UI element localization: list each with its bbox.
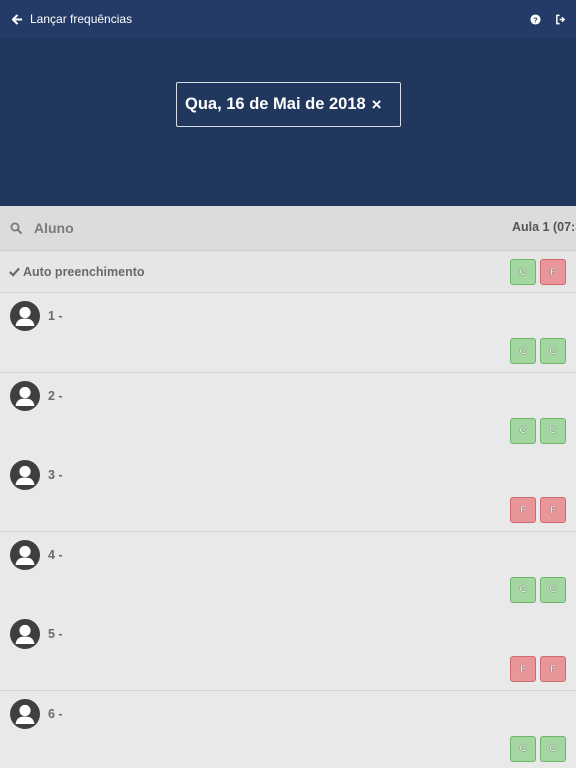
attendance-toggle-button[interactable]: C (510, 338, 536, 364)
student-name: 2 - (48, 388, 63, 403)
user-avatar-icon (10, 380, 40, 411)
help-button[interactable]: ? (529, 13, 541, 25)
auto-fill-present-button[interactable]: C (510, 259, 536, 285)
page-title: Lançar frequências (30, 12, 133, 26)
user-avatar-icon (10, 539, 40, 570)
attendance-toggle-button[interactable]: C (510, 576, 536, 603)
back-button[interactable] (0, 0, 23, 38)
date-selector[interactable]: Qua, 16 de Mai de 2018 × (176, 82, 401, 127)
user-avatar-icon (10, 698, 40, 729)
auto-fill-label: Auto preenchimento (23, 264, 145, 279)
attendance-toggle-button[interactable]: C (540, 338, 566, 364)
student-name: 5 - (48, 627, 63, 641)
user-avatar-icon (10, 460, 40, 490)
sign-out-icon (555, 14, 565, 24)
attendance-toggle-button[interactable]: C (540, 576, 566, 603)
question-circle-icon: ? (529, 13, 541, 25)
search-bar: Aula 1 (07:30) (0, 206, 576, 251)
class-column-label: Aula 1 (07:30) (512, 220, 576, 234)
clear-date-button[interactable]: × (372, 95, 382, 115)
user-avatar-icon (10, 619, 40, 649)
student-name: 1 - (48, 309, 63, 323)
student-name: 4 - (48, 547, 63, 562)
attendance-toggle-button[interactable]: C (540, 417, 566, 444)
student-row: 2 - CC (0, 372, 576, 453)
user-avatar-icon (10, 301, 40, 331)
attendance-toggle-button[interactable]: F (540, 656, 566, 682)
student-row: 3 - FF (0, 452, 576, 532)
attendance-toggle-button[interactable]: C (510, 417, 536, 444)
attendance-toggle-button[interactable]: F (510, 497, 536, 523)
search-icon (10, 222, 22, 234)
student-row: 4 - CC (0, 531, 576, 612)
svg-text:?: ? (533, 15, 538, 24)
attendance-toggle-button[interactable]: C (510, 735, 536, 762)
top-bar: Lançar frequências ? (0, 0, 576, 38)
date-label: Qua, 16 de Mai de 2018 (185, 95, 366, 113)
student-row: 5 - FF (0, 611, 576, 691)
date-panel: Qua, 16 de Mai de 2018 × (0, 38, 576, 206)
auto-fill-absent-button[interactable]: F (540, 259, 566, 285)
arrow-left-icon (12, 13, 23, 25)
student-row: 1 - CC (0, 293, 576, 373)
auto-fill-row: Auto preenchimento C F (0, 251, 576, 293)
student-name: 3 - (48, 468, 63, 482)
student-row: 6 - CC (0, 690, 576, 768)
logout-button[interactable] (554, 13, 566, 25)
attendance-toggle-button[interactable]: C (540, 735, 566, 762)
attendance-toggle-button[interactable]: F (510, 656, 536, 682)
attendance-toggle-button[interactable]: F (540, 497, 566, 523)
student-name: 6 - (48, 706, 63, 721)
check-icon (9, 267, 20, 277)
student-search-input[interactable] (34, 220, 334, 236)
